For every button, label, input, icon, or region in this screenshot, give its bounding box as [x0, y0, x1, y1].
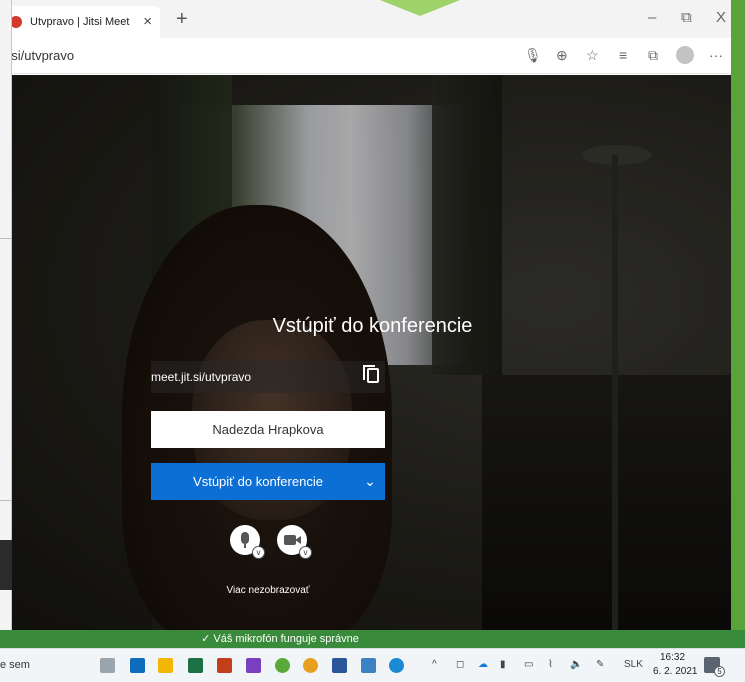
dont-show-again-checkbox[interactable]: Viac nezobrazovať — [12, 585, 524, 596]
favorites-list-icon[interactable]: ≡ — [619, 47, 627, 63]
close-window-button[interactable]: X — [716, 9, 726, 26]
taskbar-search-text[interactable]: e sem — [0, 659, 30, 671]
excel-icon[interactable] — [188, 658, 203, 673]
clock-date[interactable]: 6. 2. 2021 — [653, 666, 697, 677]
notification-count: 5 — [714, 666, 725, 677]
add-icon[interactable]: ⊕ — [556, 47, 568, 64]
clock-time[interactable]: 16:32 — [660, 652, 685, 663]
background-window-edge — [0, 0, 12, 630]
language-indicator[interactable]: SLK — [624, 659, 643, 670]
word-icon[interactable] — [332, 658, 347, 673]
app-icon[interactable] — [275, 658, 290, 673]
microphone-icon — [241, 532, 249, 544]
task-view-icon[interactable] — [100, 658, 115, 673]
dark-panel — [0, 540, 12, 590]
meeting-url-text: meet.jit.si/utvpravo — [151, 370, 252, 384]
pen-icon[interactable]: ✎ — [596, 659, 604, 670]
more-icon[interactable]: ··· — [709, 47, 723, 63]
title-bar: Utvpravo | Jitsi Meet × + – ⧉ X — [0, 0, 733, 38]
camera-toggle-button[interactable]: v — [277, 525, 312, 559]
url-field[interactable]: :.si/utvpravo — [4, 48, 74, 63]
microphone-stand — [244, 544, 246, 548]
chevron-down-icon[interactable]: v — [252, 546, 265, 559]
app-icon[interactable] — [246, 658, 261, 673]
tab-jitsi[interactable]: Utvpravo | Jitsi Meet × — [2, 6, 160, 38]
collections-icon[interactable]: ⧉ — [648, 47, 658, 64]
copy-icon[interactable] — [363, 365, 379, 383]
microphone-toggle-button[interactable]: v — [230, 525, 265, 559]
preview-overlay — [12, 75, 733, 630]
browser-window: Utvpravo | Jitsi Meet × + – ⧉ X :.si/utv… — [0, 0, 733, 630]
prejoin-title: Vstúpiť do konferencie — [272, 315, 473, 337]
divider — [0, 238, 12, 239]
mic-status-text: ✓ Váš mikrofón funguje správne — [201, 633, 359, 645]
tab-close-icon[interactable]: × — [143, 13, 152, 30]
camera-preview: Vstúpiť do konferencie meet.jit.si/utvpr… — [12, 75, 733, 630]
display-name-input[interactable] — [151, 411, 385, 448]
meeting-url-field: meet.jit.si/utvpravo — [151, 361, 385, 393]
meet-now-icon[interactable]: ◻ — [456, 659, 464, 670]
divider — [0, 500, 12, 501]
volume-icon[interactable]: 🔈 — [570, 659, 582, 670]
restore-button[interactable]: ⧉ — [681, 9, 692, 26]
usb-icon[interactable]: ▮ — [500, 659, 506, 670]
favorite-icon[interactable]: ☆ — [586, 47, 599, 64]
camera-lens — [295, 536, 301, 544]
chevron-down-icon[interactable]: v — [299, 546, 312, 559]
chrome-icon[interactable] — [303, 658, 318, 673]
edge-icon[interactable] — [389, 658, 404, 673]
tab-title: Utvpravo | Jitsi Meet — [30, 16, 130, 28]
profile-icon[interactable] — [676, 46, 694, 64]
wifi-icon[interactable]: ⌇ — [548, 659, 553, 670]
address-bar: :.si/utvpravo 🎙 ⊕ ☆ ≡ ⧉ ··· — [0, 38, 733, 74]
screen: Utvpravo | Jitsi Meet × + – ⧉ X :.si/utv… — [0, 0, 745, 682]
app-icon[interactable] — [361, 658, 376, 673]
chevron-down-icon[interactable]: ⌄ — [355, 473, 385, 490]
microphone-icon[interactable]: 🎙 — [524, 47, 542, 64]
taskbar: e sem ^ ◻ ☁ ▮ ▭ ⌇ 🔈 ✎ SLK 16:32 6. 2. 20… — [0, 648, 745, 682]
powerpoint-icon[interactable] — [217, 658, 232, 673]
new-tab-button[interactable]: + — [176, 8, 188, 31]
file-explorer-icon[interactable] — [158, 658, 173, 673]
onedrive-icon[interactable]: ☁ — [478, 659, 488, 670]
join-meeting-button[interactable]: Vstúpiť do konferencie ⌄ — [151, 463, 385, 500]
minimize-button[interactable]: – — [648, 9, 656, 26]
join-meeting-label: Vstúpiť do konferencie — [193, 474, 323, 489]
chevron-up-icon[interactable]: ^ — [432, 659, 437, 670]
slide-decoration — [380, 0, 460, 16]
slide-decoration-bar — [731, 0, 745, 630]
mic-status-bar: ✓ Váš mikrofón funguje správne — [0, 630, 745, 648]
outlook-icon[interactable] — [130, 658, 145, 673]
battery-icon[interactable]: ▭ — [524, 659, 533, 670]
